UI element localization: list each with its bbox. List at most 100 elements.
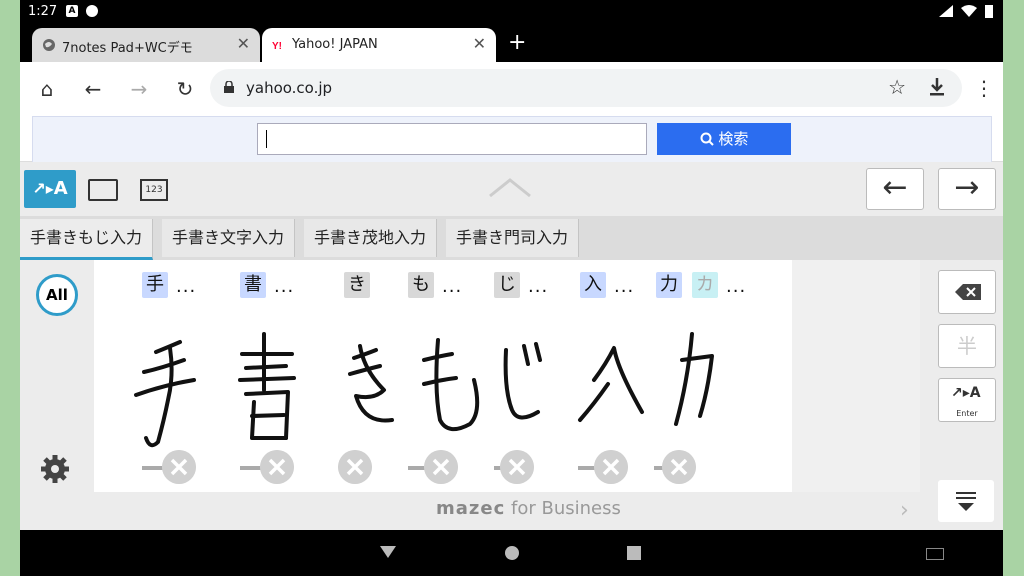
hide-keyboard-button[interactable] <box>938 480 994 522</box>
nav-recent-icon[interactable] <box>627 546 641 560</box>
keyboard-switch-icon[interactable] <box>926 548 944 560</box>
delete-char-icon[interactable] <box>424 450 458 484</box>
pen-icon: ↗▸ <box>32 179 54 198</box>
more-menu-icon[interactable]: ⋮ <box>974 76 994 100</box>
char-chip[interactable]: 力 <box>656 272 682 298</box>
delete-char-icon[interactable] <box>500 450 534 484</box>
backspace-button[interactable] <box>938 270 996 314</box>
keyboard-top-row: ↗▸A 123 ← → <box>20 162 1003 216</box>
reload-icon[interactable]: ↻ <box>172 76 198 102</box>
bookmark-star-icon[interactable]: ☆ <box>888 75 906 99</box>
status-right <box>939 4 993 18</box>
more-dots[interactable]: ... <box>274 276 294 297</box>
brand-sub: for Business <box>511 498 621 519</box>
web-page: 検索 <box>20 116 1003 163</box>
nav-back-icon[interactable] <box>380 546 396 558</box>
delete-char-icon[interactable] <box>338 450 372 484</box>
left-tools: All <box>20 260 94 492</box>
search-button-label: 検索 <box>718 130 749 148</box>
address-bar[interactable]: yahoo.co.jp ☆ <box>210 69 962 107</box>
delete-line <box>240 466 262 470</box>
hide-keyboard-icon <box>956 492 976 511</box>
close-icon[interactable]: ✕ <box>473 34 486 53</box>
cursor-right-button[interactable]: → <box>938 168 996 210</box>
chevron-right-icon[interactable]: › <box>900 498 909 523</box>
forward-icon[interactable]: → <box>126 76 152 102</box>
device-screen: 1:27 A 7notes Pad+WCデモ ✕ Y! Yahoo! JAPAN… <box>20 0 1003 576</box>
tab-strip: 7notes Pad+WCデモ ✕ Y! Yahoo! JAPAN ✕ + <box>20 24 1003 62</box>
enter-label: Enter <box>956 409 978 418</box>
mazec-keyboard: ↗▸A 123 ← → 手書きもじ入力 手書き文字入力 手書き茂地入力 手書き門… <box>20 162 1003 530</box>
char-chip[interactable]: き <box>344 272 370 298</box>
brand-main: mazec <box>436 498 506 519</box>
more-dots[interactable]: ... <box>726 276 746 297</box>
enter-button[interactable]: ↗▸A Enter <box>938 378 996 422</box>
search-icon <box>700 132 714 146</box>
candidate-3[interactable]: 手書き茂地入力 <box>304 219 438 257</box>
tab-title: 7notes Pad+WCデモ <box>62 41 193 56</box>
signal-icon <box>939 5 953 17</box>
delete-char-icon[interactable] <box>162 450 196 484</box>
wifi-icon <box>961 5 977 17</box>
char-chip[interactable]: じ <box>494 272 520 298</box>
candidate-2[interactable]: 手書き文字入力 <box>162 219 296 257</box>
char-chip[interactable]: も <box>408 272 434 298</box>
yahoo-search-area: 検索 <box>32 116 992 163</box>
char-chip[interactable]: 入 <box>580 272 606 298</box>
tab-yahoo[interactable]: Y! Yahoo! JAPAN ✕ <box>262 28 496 62</box>
nav-home-icon[interactable] <box>505 546 519 560</box>
keyboard-mode-icon[interactable] <box>88 179 118 201</box>
candidate-1[interactable]: 手書きもじ入力 <box>20 219 154 260</box>
url-text[interactable]: yahoo.co.jp <box>246 79 332 97</box>
right-tools: 半 ↗▸A Enter <box>920 260 1003 530</box>
chevron-up-icon[interactable] <box>488 176 532 198</box>
delete-line <box>142 466 164 470</box>
battery-icon <box>985 5 993 18</box>
tab-title: Yahoo! JAPAN <box>292 37 378 52</box>
more-dots[interactable]: ... <box>614 276 634 297</box>
home-icon[interactable]: ⌂ <box>34 76 60 102</box>
handwriting-canvas[interactable]: 手 ... 書 ... き も ... じ ... 入 ... 力 カ ... <box>94 260 792 492</box>
char-chip[interactable]: 手 <box>142 272 168 298</box>
svg-text:Y!: Y! <box>272 41 282 52</box>
status-bar: 1:27 A <box>20 0 1003 24</box>
tab-7notes[interactable]: 7notes Pad+WCデモ ✕ <box>32 28 260 62</box>
new-tab-button[interactable]: + <box>508 30 526 55</box>
keyboard-footer: mazec for Business › <box>20 492 920 530</box>
handwriting-strokes <box>134 332 714 448</box>
mode-hw-label: A <box>53 178 68 199</box>
more-dots[interactable]: ... <box>528 276 548 297</box>
search-input[interactable] <box>257 123 647 155</box>
all-button[interactable]: All <box>36 274 78 316</box>
candidate-bar: 手書きもじ入力 手書き文字入力 手書き茂地入力 手書き門司入力 <box>20 216 1003 260</box>
backspace-icon <box>955 284 981 300</box>
yahoo-icon: Y! <box>272 41 282 52</box>
alt-char-chip[interactable]: カ <box>692 272 718 298</box>
lock-icon <box>224 81 234 93</box>
status-time: 1:27 <box>28 4 58 19</box>
gear-icon[interactable] <box>40 454 70 484</box>
more-dots[interactable]: ... <box>176 276 196 297</box>
notification-a-icon: A <box>66 5 78 17</box>
search-button[interactable]: 検索 <box>657 123 791 155</box>
hankaku-button[interactable]: 半 <box>938 324 996 368</box>
notification-b-icon <box>86 5 98 17</box>
cursor-left-button[interactable]: ← <box>866 168 924 210</box>
char-chip[interactable]: 書 <box>240 272 266 298</box>
delete-char-icon[interactable] <box>260 450 294 484</box>
numeric-mode-button[interactable]: 123 <box>140 179 168 201</box>
browser-toolbar: ⌂ ← → ↻ yahoo.co.jp ☆ ⋮ <box>20 62 1003 116</box>
android-nav-bar <box>20 530 1003 576</box>
delete-char-icon[interactable] <box>662 450 696 484</box>
close-icon[interactable]: ✕ <box>237 34 250 53</box>
more-dots[interactable]: ... <box>442 276 462 297</box>
pen-enter-icon: ↗▸A <box>951 385 981 401</box>
globe-icon <box>43 39 55 51</box>
download-icon[interactable] <box>928 77 946 97</box>
brand-logo: mazec for Business <box>436 498 621 519</box>
handwriting-mode-button[interactable]: ↗▸A <box>24 170 76 208</box>
back-icon[interactable]: ← <box>80 76 106 102</box>
candidate-4[interactable]: 手書き門司入力 <box>446 219 580 257</box>
delete-char-icon[interactable] <box>594 450 628 484</box>
text-caret <box>266 130 267 148</box>
